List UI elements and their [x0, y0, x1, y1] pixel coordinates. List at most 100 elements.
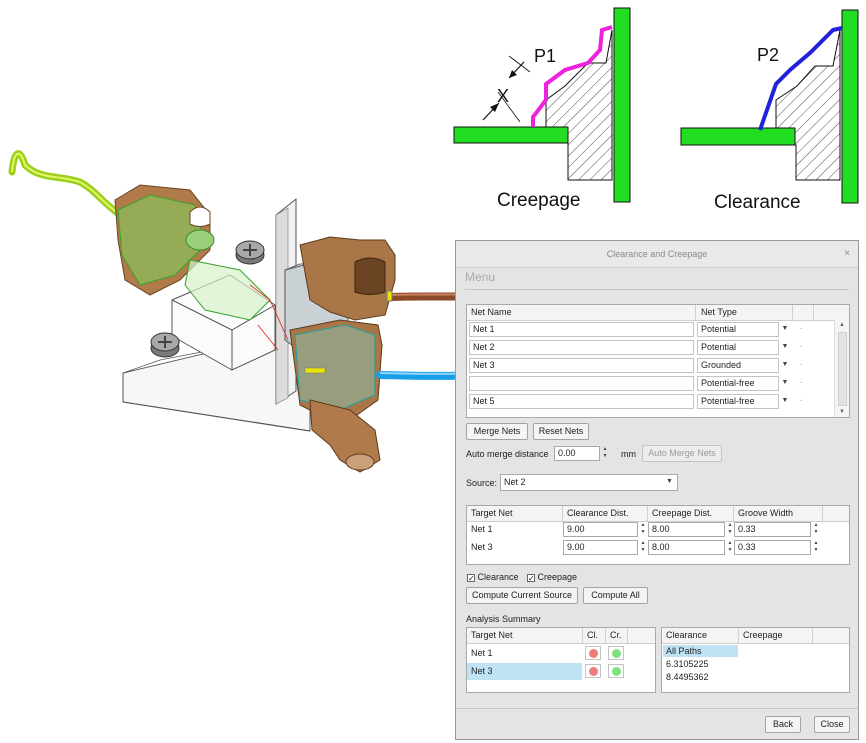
creepage-dist-input[interactable]: 8.00 [648, 540, 725, 555]
close-icon[interactable]: × [844, 241, 850, 267]
spinner-arrows-icon[interactable]: ▲ ▼ [601, 446, 609, 461]
path-list-item[interactable]: 8.4495362 [663, 671, 738, 683]
vertical-scrollbar[interactable]: ▲ ▼ [834, 320, 849, 417]
chevron-down-icon[interactable]: ▼ [780, 358, 790, 373]
remove-net-button[interactable]: - [795, 340, 807, 355]
net-type-select[interactable]: Potential [697, 322, 779, 337]
creepage-checkbox-label: Creepage [537, 572, 578, 582]
column-header-groove-width: Groove Width [738, 508, 794, 518]
checkmark-icon[interactable]: ✓ [467, 573, 475, 582]
clearance-checkbox-label: Clearance [477, 572, 519, 582]
table-row[interactable]: Net 3 Grounded ▼ - [467, 356, 835, 374]
clearance-status [585, 646, 601, 660]
table-row[interactable]: Net 1 Potential ▼ - [467, 320, 835, 338]
screw-icon [150, 332, 180, 358]
analysis-summary-label: Analysis Summary [466, 614, 541, 624]
table-row[interactable]: Net 5 Potential-free ▼ - [467, 392, 835, 410]
chevron-down-icon[interactable]: ▼ [780, 376, 790, 391]
remove-net-button[interactable]: - [795, 322, 807, 337]
scroll-down-icon[interactable]: ▼ [835, 407, 849, 417]
table-row[interactable]: Net 3 9.00 ▲ ▼ 8.00 ▲ ▼ 0.33 ▲ ▼ [467, 539, 849, 556]
column-header-creepage-dist: Creepage Dist. [652, 508, 713, 518]
creepage-dist-input[interactable]: 8.00 [648, 522, 725, 537]
spinner-arrows-icon[interactable]: ▲ ▼ [639, 522, 647, 537]
reset-nets-button[interactable]: Reset Nets [533, 423, 589, 440]
table-row[interactable]: Net 1 9.00 ▲ ▼ 8.00 ▲ ▼ 0.33 ▲ ▼ [467, 521, 849, 538]
clearance-dist-input[interactable]: 9.00 [563, 540, 638, 555]
status-green-dot [612, 667, 621, 676]
path-list-item[interactable]: All Paths [663, 645, 738, 657]
compute-all-button[interactable]: Compute All [583, 587, 648, 604]
back-button[interactable]: Back [765, 716, 801, 733]
source-select[interactable]: Net 2 [500, 474, 678, 491]
clearance-dist-input[interactable]: 9.00 [563, 522, 638, 537]
chevron-down-icon[interactable]: ▼ [780, 322, 790, 337]
auto-merge-distance-input[interactable]: 0.00 [554, 446, 600, 461]
table-row[interactable]: Net 3 [467, 663, 655, 680]
auto-merge-distance-label: Auto merge distance [466, 449, 549, 459]
column-header-target-net: Target Net [471, 508, 513, 518]
clearance-status [585, 664, 601, 678]
nets-table: Net Name Net Type Net 1 Potential ▼ - Ne… [466, 304, 850, 418]
compute-current-source-button[interactable]: Compute Current Source [466, 587, 578, 604]
net-name-field[interactable]: Net 3 [469, 358, 694, 373]
table-row[interactable]: Potential-free ▼ - [467, 374, 835, 392]
auto-merge-nets-button[interactable]: Auto Merge Nets [642, 445, 722, 462]
remove-net-button[interactable]: - [795, 376, 807, 391]
nets-table-body: Net 1 Potential ▼ - Net 2 Potential ▼ - … [467, 320, 835, 417]
target-table-header: Target Net Clearance Dist. Creepage Dist… [467, 506, 849, 522]
status-green-dot [612, 649, 621, 658]
net-name-field[interactable]: Net 2 [469, 340, 694, 355]
summary-table-header: Target Net Cl. Cr. [467, 628, 655, 644]
column-header-net-type: Net Type [701, 307, 737, 317]
target-nets-table: Target Net Clearance Dist. Creepage Dist… [466, 505, 850, 565]
clearance-diagram: P2 Clearance [680, 9, 859, 213]
spinner-arrows-icon[interactable]: ▲ ▼ [726, 540, 734, 555]
spinner-arrows-icon[interactable]: ▲ ▼ [639, 540, 647, 555]
remove-net-button[interactable]: - [795, 358, 807, 373]
summary-net-name: Net 1 [471, 648, 493, 658]
table-row[interactable]: Net 2 Potential ▼ - [467, 338, 835, 356]
table-row[interactable]: Net 1 [467, 645, 655, 662]
spinner-arrows-icon[interactable]: ▲ ▼ [726, 522, 734, 537]
groove-width-input[interactable]: 0.33 [734, 540, 811, 555]
net-name-field[interactable] [469, 376, 694, 391]
spinner-arrows-icon[interactable]: ▲ ▼ [812, 522, 820, 537]
chevron-down-icon[interactable]: ▼ [666, 474, 676, 491]
remove-net-button[interactable]: - [795, 394, 807, 409]
clearance-creepage-dialog: Clearance and Creepage × Menu Net Name N… [455, 240, 859, 740]
checkmark-icon[interactable]: ✓ [527, 573, 535, 582]
x-label: X [497, 86, 509, 106]
merge-nets-button[interactable]: Merge Nets [466, 423, 528, 440]
scrollbar-thumb[interactable] [838, 332, 847, 406]
nets-table-header: Net Name Net Type [467, 305, 849, 321]
creepage-status [608, 646, 624, 660]
net-type-select[interactable]: Potential-free [697, 376, 779, 391]
spinner-arrows-icon[interactable]: ▲ ▼ [812, 540, 820, 555]
net-type-select[interactable]: Grounded [697, 358, 779, 373]
scroll-up-icon[interactable]: ▲ [835, 320, 849, 330]
column-header-net-name: Net Name [471, 307, 512, 317]
source-label: Source: [466, 478, 498, 488]
net-type-select[interactable]: Potential-free [697, 394, 779, 409]
column-header-target-net: Target Net [471, 630, 513, 640]
chevron-down-icon[interactable]: ▼ [780, 394, 790, 409]
creepage-status [608, 664, 624, 678]
paths-table-header: Clearance Creepage [662, 628, 849, 644]
clearance-label: Clearance [714, 192, 801, 213]
chevron-down-icon[interactable]: ▼ [780, 340, 790, 355]
close-button[interactable]: Close [814, 716, 850, 733]
net-type-select[interactable]: Potential [697, 340, 779, 355]
creepage-label: Creepage [497, 190, 580, 211]
column-header-cl: Cl. [587, 630, 598, 640]
creepage-checkbox[interactable]: ✓ Creepage [527, 571, 577, 583]
clearance-checkbox[interactable]: ✓ Clearance [467, 571, 519, 583]
status-red-dot [589, 649, 598, 658]
column-header-creepage: Creepage [743, 630, 783, 640]
path-list-item[interactable]: 6.3105225 [663, 658, 738, 670]
net-name-field[interactable]: Net 1 [469, 322, 694, 337]
net-name-field[interactable]: Net 5 [469, 394, 694, 409]
dialog-title: Clearance and Creepage [456, 241, 858, 268]
groove-width-input[interactable]: 0.33 [734, 522, 811, 537]
target-net-name: Net 1 [471, 524, 493, 534]
